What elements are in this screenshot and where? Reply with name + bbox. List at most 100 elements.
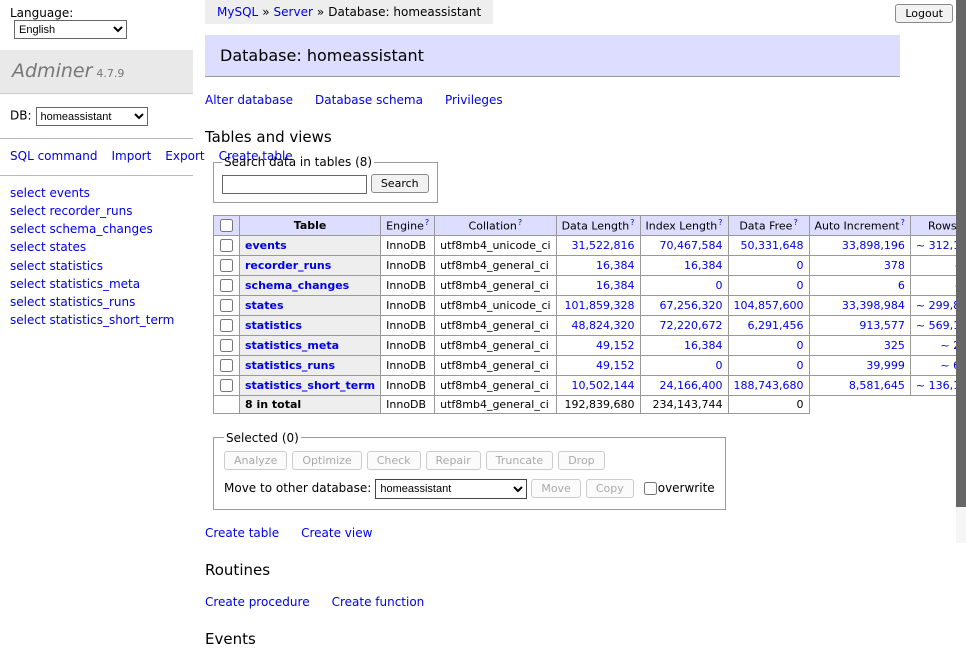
cell-auto-increment[interactable]: 325 [809, 335, 910, 355]
cell-collation: utf8mb4_general_ci [435, 375, 556, 395]
help-icon[interactable]: ? [901, 218, 905, 227]
cell-data-length[interactable]: 10,502,144 [556, 375, 640, 395]
copy-button[interactable]: Copy [586, 479, 634, 498]
row-checkbox[interactable] [220, 259, 233, 272]
help-icon[interactable]: ? [425, 218, 429, 227]
scrollbar[interactable] [956, 0, 966, 543]
table-name-link[interactable]: recorder_runs [245, 259, 331, 272]
repair-button[interactable]: Repair [426, 451, 481, 470]
table-name-link[interactable]: schema_changes [245, 279, 349, 292]
select-schema-changes-link[interactable]: select schema_changes [10, 220, 185, 238]
row-checkbox[interactable] [220, 339, 233, 352]
search-button[interactable]: Search [371, 174, 429, 193]
row-checkbox[interactable] [220, 279, 233, 292]
export-link[interactable]: Export [165, 149, 204, 163]
create-table-link[interactable]: Create table [205, 526, 279, 540]
create-procedure-link[interactable]: Create procedure [205, 595, 310, 609]
col-header-data-length: Data Length? [556, 215, 640, 235]
optimize-button[interactable]: Optimize [292, 451, 361, 470]
cell-index-length[interactable]: 67,256,320 [640, 295, 728, 315]
help-icon[interactable]: ? [630, 218, 634, 227]
logout-button[interactable]: Logout [895, 4, 953, 23]
move-button[interactable]: Move [531, 479, 581, 498]
move-db-select[interactable]: homeassistant [375, 479, 527, 499]
select-statistics-short-term-link[interactable]: select statistics_short_term [10, 311, 185, 329]
import-link[interactable]: Import [111, 149, 151, 163]
create-links: Create table Create view [205, 526, 955, 540]
help-icon[interactable]: ? [793, 218, 797, 227]
check-button[interactable]: Check [367, 451, 421, 470]
cell-index-length[interactable]: 16,384 [640, 335, 728, 355]
table-name-link[interactable]: states [245, 299, 284, 312]
cell-auto-increment[interactable]: 33,898,196 [809, 235, 910, 255]
cell-collation: utf8mb4_general_ci [435, 255, 556, 275]
table-name-link[interactable]: statistics_short_term [245, 379, 375, 392]
truncate-button[interactable]: Truncate [486, 451, 553, 470]
sql-command-link[interactable]: SQL command [10, 149, 97, 163]
cell-data-length[interactable]: 101,859,328 [556, 295, 640, 315]
row-checkbox[interactable] [220, 239, 233, 252]
overwrite-checkbox[interactable] [644, 482, 657, 495]
breadcrumb-link-mysql[interactable]: MySQL [217, 5, 258, 19]
select-all-checkbox[interactable] [220, 219, 233, 232]
cell-index-length[interactable]: 70,467,584 [640, 235, 728, 255]
cell-auto-increment[interactable]: 33,398,984 [809, 295, 910, 315]
drop-button[interactable]: Drop [558, 451, 604, 470]
cell-index-length[interactable]: 72,220,672 [640, 315, 728, 335]
cell-auto-increment[interactable]: 378 [809, 255, 910, 275]
breadcrumb-link-server[interactable]: Server [274, 5, 313, 19]
cell-data-length[interactable]: 49,152 [556, 355, 640, 375]
cell-data-free[interactable]: 188,743,680 [728, 375, 809, 395]
cell-data-free[interactable]: 50,331,648 [728, 235, 809, 255]
language-select[interactable]: English [14, 20, 127, 39]
cell-index-length[interactable]: 16,384 [640, 255, 728, 275]
cell-data-length[interactable]: 16,384 [556, 275, 640, 295]
cell-data-free[interactable]: 6,291,456 [728, 315, 809, 335]
cell-data-length[interactable]: 49,152 [556, 335, 640, 355]
breadcrumb: MySQL»Server»Database: homeassistant [205, 0, 493, 24]
select-events-link[interactable]: select events [10, 184, 185, 202]
cell-auto-increment[interactable]: 913,577 [809, 315, 910, 335]
db-select[interactable]: homeassistant [36, 107, 148, 126]
cell-data-free[interactable]: 0 [728, 335, 809, 355]
create-view-link[interactable]: Create view [301, 526, 372, 540]
cell-engine: InnoDB [381, 255, 435, 275]
cell-data-length[interactable]: 48,824,320 [556, 315, 640, 335]
cell-index-length[interactable]: 24,166,400 [640, 375, 728, 395]
cell-index-length[interactable]: 0 [640, 355, 728, 375]
table-name-link[interactable]: events [245, 239, 287, 252]
cell-data-length[interactable]: 16,384 [556, 255, 640, 275]
row-checkbox[interactable] [220, 319, 233, 332]
table-name-link[interactable]: statistics_meta [245, 339, 339, 352]
select-statistics-meta-link[interactable]: select statistics_meta [10, 275, 185, 293]
cell-data-free[interactable]: 0 [728, 255, 809, 275]
select-statistics-link[interactable]: select statistics [10, 257, 185, 275]
cell-data-free[interactable]: 0 [728, 275, 809, 295]
analyze-button[interactable]: Analyze [224, 451, 287, 470]
select-statistics-runs-link[interactable]: select statistics_runs [10, 293, 185, 311]
table-name-link[interactable]: statistics_runs [245, 359, 335, 372]
row-checkbox[interactable] [220, 359, 233, 372]
table-name-link[interactable]: statistics [245, 319, 302, 332]
cell-auto-increment[interactable]: 6 [809, 275, 910, 295]
cell-data-free[interactable]: 104,857,600 [728, 295, 809, 315]
cell-data-free[interactable]: 0 [728, 355, 809, 375]
help-icon[interactable]: ? [518, 218, 522, 227]
search-input[interactable] [222, 175, 367, 194]
alter-database-link[interactable]: Alter database [205, 93, 293, 107]
row-checkbox[interactable] [220, 299, 233, 312]
cell-index-length[interactable]: 0 [640, 275, 728, 295]
cell-auto-increment[interactable]: 39,999 [809, 355, 910, 375]
select-states-link[interactable]: select states [10, 238, 185, 256]
help-icon[interactable]: ? [718, 218, 722, 227]
select-recorder-runs-link[interactable]: select recorder_runs [10, 202, 185, 220]
row-checkbox-cell [214, 375, 240, 395]
cell-data-length[interactable]: 31,522,816 [556, 235, 640, 255]
database-schema-link[interactable]: Database schema [315, 93, 423, 107]
privileges-link[interactable]: Privileges [445, 93, 503, 107]
cell-table-name: statistics_meta [240, 335, 381, 355]
scrollbar-thumb[interactable] [956, 0, 966, 507]
row-checkbox[interactable] [220, 379, 233, 392]
create-function-link[interactable]: Create function [332, 595, 425, 609]
cell-auto-increment[interactable]: 8,581,645 [809, 375, 910, 395]
